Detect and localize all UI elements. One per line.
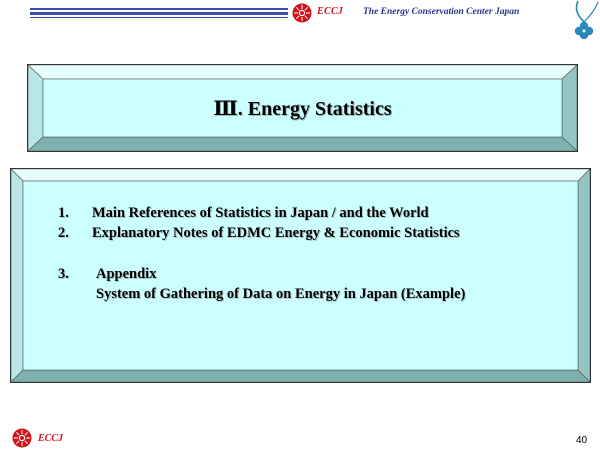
section-title: Ⅲ. Energy Statistics <box>213 97 392 120</box>
contents-item-number: 2. <box>58 225 69 241</box>
header-rule-lines <box>30 8 288 18</box>
section-title-panel: Ⅲ. Energy Statistics <box>27 64 578 152</box>
contents-item-number: 1. <box>58 205 69 221</box>
contents-item-text: Main References of Statistics in Japan /… <box>92 205 429 221</box>
contents-item-text: Appendix <box>96 266 157 282</box>
header-org-name: The Energy Conservation Center Japan <box>363 7 520 17</box>
contents-item-number: 3. <box>58 266 69 282</box>
contents-item-3-subtext: System of Gathering of Data on Energy in… <box>96 286 466 302</box>
contents-item-text: Explanatory Notes of EDMC Energy & Econo… <box>92 225 460 241</box>
header-org-abbr: ECCJ <box>317 6 344 17</box>
page-number: 40 <box>576 435 588 446</box>
eccj-sun-logo-icon <box>12 428 32 448</box>
contents-panel: 1. Main References of Statistics in Japa… <box>10 168 600 390</box>
clover-icon <box>574 0 599 40</box>
eccj-sun-logo-icon <box>292 3 312 23</box>
footer-org-abbr: ECCJ <box>38 433 64 444</box>
